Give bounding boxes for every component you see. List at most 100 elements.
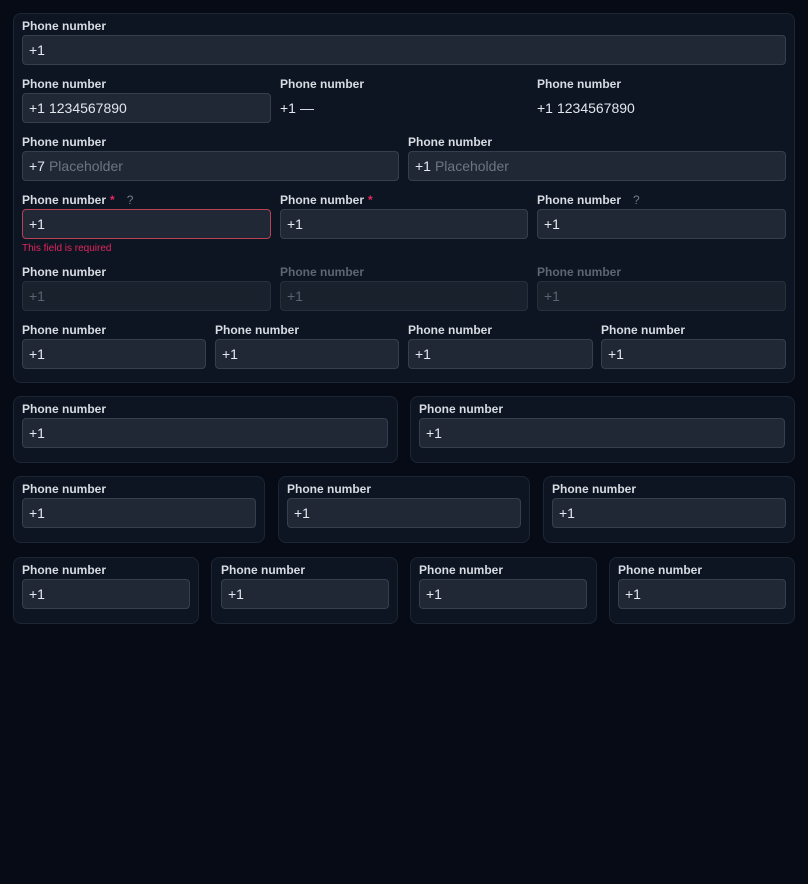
phone-field: Phone number +1 [408,323,593,375]
phone-input[interactable]: +1 [601,339,786,369]
phone-field: Phone number +1 [22,323,206,375]
country-code: +1 [29,100,45,116]
phone-input[interactable]: +7 Placeholder [22,151,399,181]
phone-field: Phone number +1 [287,482,521,534]
phone-field-readonly: Phone number +1 1234567890 [537,77,786,129]
placeholder-text: Placeholder [434,158,509,174]
phone-input[interactable]: +1 [552,498,786,528]
field-label: Phone number [280,77,365,91]
phone-input-disabled: +1 [280,281,528,311]
phone-field-disabled-value: Phone number +1 [22,265,271,317]
country-code: +1 [222,346,238,362]
country-code: +1 [426,586,442,602]
country-code: +1 [415,346,431,362]
required-asterisk: * [368,193,373,207]
phone-input[interactable]: +1 [419,579,587,609]
phone-input[interactable]: +1 [22,209,271,239]
phone-field: Phone number +1 [221,563,389,615]
help-icon[interactable]: ? [633,193,640,207]
required-asterisk: * [110,193,115,207]
field-label: Phone number [537,77,622,91]
country-code: +1 [228,586,244,602]
phone-input-disabled: +1 [537,281,786,311]
phone-input[interactable]: +1 [22,498,256,528]
field-label: Phone number [22,402,107,416]
label-text: Phone number [280,193,365,207]
phone-input[interactable]: +1 [22,579,190,609]
phone-input[interactable]: +1 [287,498,521,528]
phone-field: Phone number +1 [419,563,587,615]
field-label: Phone number [408,323,493,337]
phone-input-disabled: +1 [22,281,271,311]
field-label: Phone number [287,482,372,496]
phone-number-value: 1234567890 [48,100,127,116]
phone-field-help: Phone number? +1 [537,193,786,245]
phone-input[interactable]: +1 [22,418,388,448]
country-code: +1 [537,100,553,116]
country-code: +1 [426,425,442,441]
country-code: +1 [294,505,310,521]
country-code: +1 [287,288,303,304]
label-text: Phone number [537,193,622,207]
country-code: +1 [29,505,45,521]
country-code: +1 [544,288,560,304]
country-code: +7 [29,158,45,174]
country-code: +1 [29,425,45,441]
field-label: Phone number [552,482,637,496]
placeholder-text: Placeholder [48,158,123,174]
field-label: Phone number [22,323,107,337]
country-code: +1 [544,216,560,232]
phone-input[interactable]: +1 [221,579,389,609]
field-label: Phone number? [537,193,640,207]
field-label: Phone number [537,265,622,279]
phone-field-placeholder-ru: Phone number +7 Placeholder [22,135,399,187]
phone-field: Phone number +1 [22,563,190,615]
phone-field-error: Phone number *? +1 This field is required [22,193,271,259]
error-message: This field is required [22,243,112,254]
field-label: Phone number *? [22,193,133,207]
country-code: +1 [287,216,303,232]
phone-field: Phone number +1 [618,563,786,615]
phone-input[interactable]: +1 Placeholder [408,151,786,181]
phone-input[interactable]: +1 [419,418,785,448]
field-label: Phone number [221,563,306,577]
phone-field: Phone number +1 [215,323,399,375]
phone-number-value: 1234567890 [556,100,635,116]
country-code: +1 [625,586,641,602]
field-label: Phone number [419,402,504,416]
field-label: Phone number [22,135,107,149]
field-label: Phone number [22,563,107,577]
phone-input[interactable]: +1 [618,579,786,609]
country-code: +1 [415,158,431,174]
phone-input[interactable]: +1 [215,339,399,369]
phone-input[interactable]: +1 [537,209,786,239]
country-code: +1 [559,505,575,521]
help-icon[interactable]: ? [127,193,134,207]
phone-field: Phone number +1 [22,482,256,534]
phone-field: Phone number +1 [552,482,786,534]
country-code: +1 [608,346,624,362]
field-label: Phone number [22,482,107,496]
field-label: Phone number [280,265,365,279]
phone-input[interactable]: +1 [280,209,528,239]
phone-field-disabled: Phone number +1 [537,265,786,317]
phone-field: Phone number +1 [419,402,785,454]
phone-field-full: Phone number +1 [22,19,786,71]
phone-readonly-value: +1 1234567890 [537,93,635,123]
field-label: Phone number [22,265,107,279]
phone-input[interactable]: +1 [408,339,593,369]
phone-field-required: Phone number * +1 [280,193,528,245]
phone-field: Phone number +1 [22,402,388,454]
field-label: Phone number [215,323,300,337]
country-code: +1 [280,100,296,116]
phone-field: Phone number +1 [601,323,786,375]
field-label: Phone number [22,77,107,91]
field-label: Phone number [601,323,686,337]
field-label: Phone number * [280,193,373,207]
phone-field-placeholder-us: Phone number +1 Placeholder [408,135,786,187]
phone-input[interactable]: +1 1234567890 [22,93,271,123]
phone-input[interactable]: +1 [22,339,206,369]
country-code: +1 [29,586,45,602]
label-text: Phone number [22,193,107,207]
phone-input[interactable]: +1 [22,35,786,65]
